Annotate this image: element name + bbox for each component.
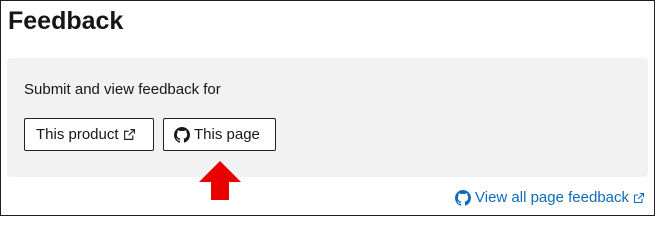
this-page-label: This page xyxy=(194,125,260,143)
external-link-icon xyxy=(123,128,136,141)
red-up-arrow-icon xyxy=(197,159,243,202)
github-icon xyxy=(455,190,471,206)
github-icon xyxy=(174,126,190,143)
this-page-button[interactable]: This page xyxy=(163,118,276,151)
panel-description: Submit and view feedback for xyxy=(24,81,221,98)
this-product-button[interactable]: This product xyxy=(24,118,154,151)
external-link-icon xyxy=(633,192,645,204)
page-title: Feedback xyxy=(8,7,124,35)
feedback-panel: Submit and view feedback for This produc… xyxy=(7,58,648,177)
this-product-label: This product xyxy=(36,125,119,143)
view-all-page-feedback-link[interactable]: View all page feedback xyxy=(455,188,645,208)
feedback-section: Feedback Submit and view feedback for Th… xyxy=(0,0,655,216)
view-all-page-feedback-label: View all page feedback xyxy=(475,189,629,206)
